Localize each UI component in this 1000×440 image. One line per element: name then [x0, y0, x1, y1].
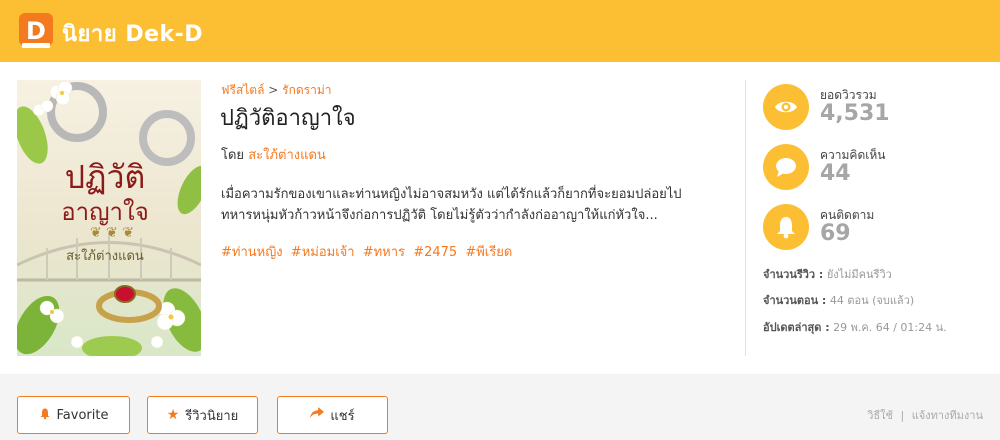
- stat-followers: คนติดตาม 69: [763, 204, 983, 254]
- tag-list: #ท่านหญิง #หม่อมเจ้า #ทหาร #2475 #พีเรีย…: [221, 241, 516, 262]
- synopsis-line-2: ทหารหนุ่มหัวก้าวหน้าจึงก่อการปฏิวัติ โดย…: [221, 208, 658, 223]
- column-divider: [745, 80, 746, 356]
- meta-updated-label: อัปเดตล่าสุด :: [763, 321, 830, 334]
- novel-info-panel: ปฏิวัติ อาญาใจ ❦ ❦ ❦ สะใภ้ต่างแดน ฟรีสไต…: [0, 62, 1000, 374]
- novel-cover-image[interactable]: ปฏิวัติ อาญาใจ ❦ ❦ ❦ สะใภ้ต่างแดน: [17, 80, 201, 356]
- meta-updated: อัปเดตล่าสุด : 29 พ.ค. 64 / 01:24 น.: [763, 318, 947, 336]
- top-bar: D นิยาย Dek-D: [0, 0, 1000, 62]
- svg-text:D: D: [26, 17, 46, 45]
- tag-link[interactable]: #ท่านหญิง: [221, 245, 283, 260]
- author-line: โดย สะใภ้ต่างแดน: [221, 144, 326, 165]
- stat-followers-value: 69: [820, 221, 851, 246]
- review-button-label: รีวิวนิยาย: [185, 408, 239, 424]
- stat-comments: ความคิดเห็น 44: [763, 144, 983, 194]
- svg-text:❦ ❦ ❦: ❦ ❦ ❦: [90, 225, 134, 241]
- stat-views-value: 4,531: [820, 101, 890, 126]
- meta-reviews: จำนวนรีวิว : ยังไม่มีคนรีวิว: [763, 265, 892, 283]
- howto-link[interactable]: วิธีใช้: [867, 409, 893, 422]
- report-link[interactable]: แจ้งทางทีมงาน: [912, 409, 983, 422]
- svg-text:อาญาใจ: อาญาใจ: [61, 198, 149, 226]
- favorite-button[interactable]: Favorite: [17, 396, 130, 434]
- tag-link[interactable]: #2475: [413, 245, 457, 260]
- author-prefix: โดย: [221, 148, 245, 163]
- svg-text:ปฏิวัติ: ปฏิวัติ: [65, 158, 146, 196]
- dekd-logo-icon[interactable]: D: [18, 12, 54, 50]
- star-icon: ★: [166, 407, 180, 423]
- svg-text:สะใภ้ต่างแดน: สะใภ้ต่างแดน: [66, 248, 144, 264]
- action-bar: Favorite ★ รีวิวนิยาย แชร์ วิธีใช้ | แจ้…: [0, 374, 1000, 440]
- bell-icon: [763, 204, 809, 250]
- eye-icon: [763, 84, 809, 130]
- brand-name[interactable]: นิยาย Dek-D: [62, 16, 203, 51]
- footer-links: วิธีใช้ | แจ้งทางทีมงาน: [867, 406, 983, 424]
- synopsis-line-1: เมื่อความรักของเขาและท่านหญิงไม่อาจสมหวั…: [221, 187, 682, 202]
- tag-link[interactable]: #หม่อมเจ้า: [291, 245, 355, 260]
- novel-title: ปฏิวัติอาญาใจ: [220, 106, 356, 131]
- synopsis: เมื่อความรักของเขาและท่านหญิงไม่อาจสมหวั…: [221, 184, 721, 226]
- share-icon: [310, 407, 325, 423]
- share-button-label: แชร์: [330, 408, 355, 424]
- meta-episodes-value: 44 ตอน (จบแล้ว): [829, 294, 915, 307]
- breadcrumb-category-link[interactable]: ฟรีสไตล์: [221, 83, 264, 97]
- meta-reviews-label: จำนวนรีวิว :: [763, 268, 824, 281]
- breadcrumb: ฟรีสไตล์ > รักดราม่า: [221, 81, 332, 100]
- breadcrumb-separator: >: [268, 83, 279, 97]
- meta-reviews-value: ยังไม่มีคนรีวิว: [826, 268, 892, 281]
- tag-link[interactable]: #พีเรียด: [465, 245, 512, 260]
- tag-link[interactable]: #ทหาร: [363, 245, 405, 260]
- footer-separator: |: [900, 409, 905, 422]
- comment-icon: [763, 144, 809, 190]
- meta-updated-value: 29 พ.ค. 64 / 01:24 น.: [833, 321, 947, 334]
- breadcrumb-genre-link[interactable]: รักดราม่า: [282, 83, 331, 97]
- author-link[interactable]: สะใภ้ต่างแดน: [248, 148, 326, 163]
- meta-episodes: จำนวนตอน : 44 ตอน (จบแล้ว): [763, 291, 914, 309]
- review-button[interactable]: ★ รีวิวนิยาย: [147, 396, 258, 434]
- favorite-button-label: Favorite: [56, 407, 109, 423]
- stat-comments-value: 44: [820, 161, 851, 186]
- bell-icon: [39, 407, 51, 424]
- meta-episodes-label: จำนวนตอน :: [763, 294, 827, 307]
- stat-views: ยอดวิวรวม 4,531: [763, 84, 983, 134]
- share-button[interactable]: แชร์: [277, 396, 388, 434]
